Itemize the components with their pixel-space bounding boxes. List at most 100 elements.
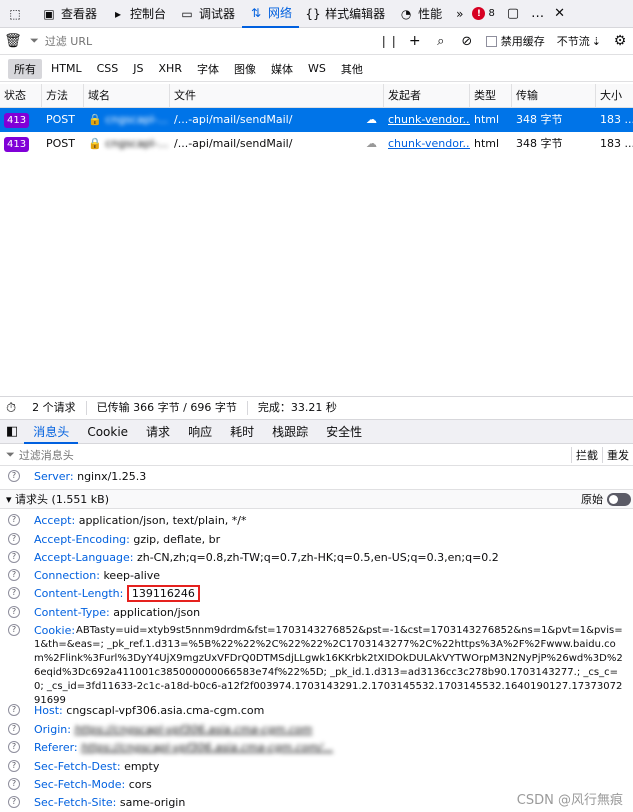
block-icon[interactable]: ⊘ [454,28,480,55]
raw-toggle[interactable] [607,493,631,506]
type-cell: html [474,113,500,126]
type-filter-xhr[interactable]: XHR [153,60,188,77]
header-row-server: ? Server: nginx/1.25.3 [0,470,633,486]
search-icon[interactable]: ⌕ [428,28,454,55]
help-icon[interactable]: ? [8,606,20,618]
content-length-highlight: 139116246 [126,585,200,602]
close-icon[interactable]: ✕ [550,6,569,21]
type-filter-css[interactable]: CSS [91,60,125,77]
more-menu-button[interactable]: … [525,6,550,21]
stopwatch-icon[interactable]: ⏱ [0,401,22,416]
chevron-down-icon: ▾ [6,493,12,506]
tab-cookie[interactable]: Cookie [78,420,137,444]
column-method[interactable]: 方法 [42,84,84,108]
header-key: Accept: [34,514,76,527]
header-value: same-origin [119,796,186,809]
header-value: gzip, deflate, br [133,533,221,546]
type-filter-other[interactable]: 其他 [335,59,369,79]
block-button[interactable]: 拦截 [571,447,602,463]
size-cell: 183 ... [600,113,633,126]
help-icon[interactable]: ? [8,796,20,808]
plus-icon[interactable]: + [402,28,428,55]
filter-url-placeholder: 过滤 URL [44,35,93,48]
help-icon[interactable]: ? [8,704,20,716]
file-cell: /...-api/mail/sendMail/ [174,113,293,126]
header-key: Content-Type: [34,606,110,619]
type-filter-all[interactable]: 所有 [8,58,42,79]
headers-filter-input[interactable]: 过滤消息头 [19,447,74,463]
chevron-down-icon: ⇣ [591,34,601,48]
type-filter-image[interactable]: 图像 [228,59,262,79]
request-headers-section[interactable]: ▾ 请求头 (1.551 kB) 原始 [0,489,633,509]
gear-icon[interactable]: ⚙ [607,28,633,55]
help-icon[interactable]: ? [8,741,20,753]
tab-headers[interactable]: 消息头 [24,420,79,444]
help-icon[interactable]: ? [8,723,20,735]
cookie-value: ABTasty=uid=xtyb9st5nnm9drdm&fst=1703143… [34,625,623,706]
column-transfer[interactable]: 传输 [512,84,596,108]
pause-icon[interactable]: ❘❘ [376,28,402,55]
type-filter-html[interactable]: HTML [45,60,88,77]
resend-button[interactable]: 重发 [602,447,633,463]
tab-timings[interactable]: 耗时 [221,420,263,444]
domain-cell: cngscapl-... [105,113,169,126]
filter-funnel-icon: ⏷ [30,34,39,47]
help-icon[interactable]: ? [8,624,20,636]
tab-response[interactable]: 响应 [179,420,221,444]
help-icon[interactable]: ? [8,778,20,790]
disable-cache-checkbox[interactable]: 禁用缓存 [480,33,551,49]
column-file[interactable]: 文件 [170,84,384,108]
column-status[interactable]: 状态 [0,84,42,108]
lock-icon: 🔒 [88,137,102,150]
column-type[interactable]: 类型 [470,84,512,108]
tab-style-editor[interactable]: {} 样式编辑器 [299,0,392,28]
help-icon[interactable]: ? [8,514,20,526]
header-key: Connection: [34,569,100,582]
type-filter-media[interactable]: 媒体 [265,59,299,79]
help-icon[interactable]: ? [8,587,20,599]
element-picker-button[interactable]: ⬚ [0,0,35,28]
header-key: Sec-Fetch-Dest: [34,760,121,773]
type-filter-font[interactable]: 字体 [191,59,225,79]
header-value: empty [124,760,160,773]
filter-url-input[interactable]: ⏷ 过滤 URL [26,28,376,55]
help-icon[interactable]: ? [8,551,20,563]
size-cell: 183 ... [600,137,633,150]
tab-console-label: 控制台 [130,7,167,21]
turtle-icon: ☁ [366,113,377,126]
throttle-label: 不节流 [556,35,590,48]
initiator-link[interactable]: chunk-vendor... [388,113,470,126]
responsive-design-button[interactable]: ▢ [501,6,525,21]
help-icon[interactable]: ? [8,533,20,545]
throttle-select[interactable]: 不节流 ⇣ [551,33,607,49]
tab-debugger[interactable]: ▭ 调试器 [173,0,242,28]
initiator-link[interactable]: chunk-vendor... [388,137,470,150]
help-icon[interactable]: ? [8,569,20,581]
header-value: cngscapl-vpf306.asia.cma-cgm.com [66,704,265,717]
column-domain[interactable]: 域名 [84,84,170,108]
table-row[interactable]: 413 POST 🔒 cngscapl-... /...-api/mail/se… [0,108,633,132]
type-filter-js[interactable]: JS [127,60,149,77]
tab-stack-trace[interactable]: 栈跟踪 [263,420,317,444]
help-icon[interactable]: ? [8,760,20,772]
type-filter-ws[interactable]: WS [302,60,332,77]
tab-inspector[interactable]: ▣ 查看器 [35,0,104,28]
column-initiator[interactable]: 发起者 [384,84,470,108]
tab-performance-label: 性能 [418,7,443,21]
more-tabs-button[interactable]: » [449,0,470,28]
table-row[interactable]: 413 POST 🔒 cngscapl-... /...-api/mail/se… [0,132,633,156]
error-count[interactable]: 8 [488,8,494,19]
trash-icon[interactable]: 🗑 [0,28,26,55]
toggle-sidebar-icon[interactable]: ◧ [0,424,24,439]
tab-console[interactable]: ▸ 控制台 [104,0,173,28]
tab-network[interactable]: ⇅ 网络 [242,0,300,28]
transferred-summary: 已传输 366 字节 / 696 字节 [87,401,248,415]
column-size[interactable]: 大小 [596,84,633,108]
transfer-cell: 348 字节 [516,113,563,126]
inspector-icon: ▣ [43,6,55,21]
tab-performance[interactable]: ◔ 性能 [392,0,449,28]
tab-request[interactable]: 请求 [137,420,179,444]
help-icon[interactable]: ? [8,470,20,482]
tab-security[interactable]: 安全性 [317,420,371,444]
tab-inspector-label: 查看器 [61,7,98,21]
